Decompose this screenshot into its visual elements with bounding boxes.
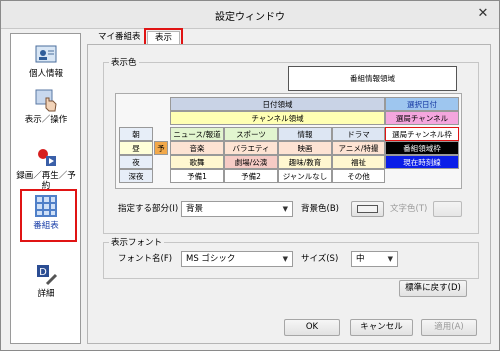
chevron-down-icon: ▼ — [282, 205, 288, 213]
genre-variety[interactable]: バラエティ — [224, 141, 278, 155]
reset-default-button[interactable]: 標準に戻す(D) — [399, 280, 467, 297]
bg-color-label: 背景色(B) — [301, 204, 339, 214]
genre-drama[interactable]: ドラマ — [332, 127, 385, 141]
genre-music[interactable]: 音楽 — [170, 141, 224, 155]
genre-none[interactable]: ジャンルなし — [278, 169, 332, 183]
genre-reserve1[interactable]: 予備1 — [170, 169, 224, 183]
close-button[interactable]: ✕ — [473, 5, 493, 23]
window-title: 設定ウィンドウ — [215, 12, 285, 23]
selected-date[interactable]: 選択日付 — [385, 97, 459, 111]
font-name-select[interactable]: MS ゴシック ▼ — [181, 251, 293, 267]
genre-sports[interactable]: スポーツ — [224, 127, 278, 141]
genre-theater[interactable]: 劇場/公演 — [224, 155, 278, 169]
tab-my-program-guide[interactable]: マイ番組表 — [96, 31, 143, 45]
genre-info[interactable]: 情報 — [278, 127, 332, 141]
size-value: 中 — [356, 254, 365, 264]
display-font-group-label: 表示フォント — [109, 236, 165, 248]
font-name-value: MS ゴシック — [186, 254, 236, 264]
sidebar-item-display-operation[interactable]: 表示／操作 — [13, 88, 79, 125]
time-label-morning[interactable]: 朝 — [119, 127, 153, 141]
genre-hobby[interactable]: 趣味/教育 — [278, 155, 332, 169]
sidebar-item-label: 詳細 — [37, 289, 55, 299]
apply-button[interactable]: 適用(A) — [421, 319, 477, 336]
sidebar-item-record-play[interactable]: 録画／再生／予約 — [13, 144, 79, 191]
record-icon — [34, 144, 58, 168]
title-bar: 設定ウィンドウ ✕ — [1, 1, 499, 29]
display-color-group-label: 表示色 — [109, 56, 139, 68]
size-label: サイズ(S) — [301, 254, 339, 264]
bg-color-button[interactable] — [351, 201, 384, 217]
cancel-button[interactable]: キャンセル — [350, 319, 413, 336]
hand-pointer-icon — [34, 88, 58, 112]
genre-welfare[interactable]: 福祉 — [332, 155, 385, 169]
id-card-icon — [34, 42, 58, 66]
channel-area[interactable]: チャンネル領域 — [170, 111, 385, 125]
selected-channel-frame[interactable]: 選局チャンネル枠 — [385, 127, 459, 141]
genre-news[interactable]: ニュース/報道 — [170, 127, 224, 141]
detail-icon: D — [34, 262, 58, 286]
sidebar-item-detail[interactable]: D 詳細 — [13, 262, 79, 299]
time-label-noon[interactable]: 昼 — [119, 141, 153, 155]
sidebar-item-label: 表示／操作 — [24, 115, 68, 125]
chevron-down-icon: ▼ — [282, 255, 288, 263]
sidebar-item-label: 個人情報 — [28, 69, 63, 79]
target-part-value: 背景 — [186, 204, 204, 214]
font-name-label: フォント名(F) — [118, 254, 173, 264]
genre-reserve2[interactable]: 予備2 — [224, 169, 278, 183]
svg-text:D: D — [39, 267, 47, 278]
genre-other[interactable]: その他 — [332, 169, 385, 183]
text-color-button[interactable] — [433, 201, 462, 217]
sidebar-item-label: 録画／再生／予約 — [16, 171, 76, 191]
size-select[interactable]: 中 ▼ — [351, 251, 398, 267]
selected-channel[interactable]: 選局チャンネル — [385, 111, 459, 125]
target-part-select[interactable]: 背景 ▼ — [181, 201, 293, 217]
target-part-label: 指定する部分(I) — [118, 204, 179, 214]
date-area[interactable]: 日付領域 — [170, 97, 385, 111]
ok-button[interactable]: OK — [284, 319, 340, 336]
reserve-mark[interactable]: 予 — [154, 141, 168, 155]
text-color-label: 文字色(T) — [390, 204, 428, 214]
genre-kabuki[interactable]: 歌舞 — [170, 155, 224, 169]
highlight-frame-program-guide — [20, 189, 77, 242]
current-time-line[interactable]: 現在時刻線 — [385, 155, 459, 169]
settings-window: 設定ウィンドウ ✕ 個人情報 表示／操作 録画／再生／予約 番組表 D 詳細 マ… — [0, 0, 500, 351]
sidebar-item-personal-info[interactable]: 個人情報 — [13, 42, 79, 79]
genre-anime[interactable]: アニメ/特撮 — [332, 141, 385, 155]
time-label-evening[interactable]: 夜 — [119, 155, 153, 169]
genre-movie[interactable]: 映画 — [278, 141, 332, 155]
bg-color-swatch — [357, 205, 378, 213]
time-label-late-night[interactable]: 深夜 — [119, 169, 153, 183]
program-frame[interactable]: 番組領域枠 — [385, 141, 459, 155]
chevron-down-icon: ▼ — [387, 255, 393, 263]
program-info-area[interactable]: 番組情報領域 — [288, 66, 457, 91]
